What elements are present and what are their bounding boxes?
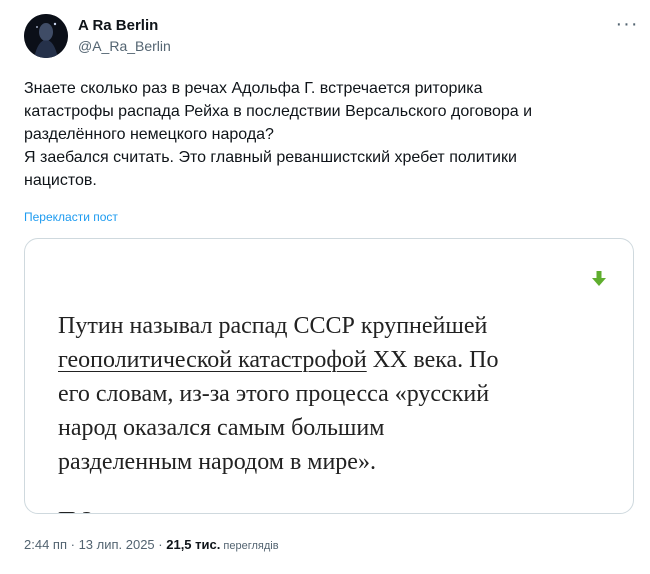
more-options-button[interactable]: ··· — [612, 14, 642, 38]
views-label: переглядів — [220, 540, 279, 552]
tweet-text-line: Знаете сколько раз в речах Адольфа Г. вс… — [24, 80, 483, 97]
tweet-text-line: Я заебался считать. Это главный реваншис… — [24, 149, 517, 166]
tweet: A Ra Berlin @A_Ra_Berlin ··· Знаете скол… — [0, 0, 650, 574]
post-date[interactable]: 13 лип. 2025 — [79, 537, 155, 552]
author-handle[interactable]: @A_Ra_Berlin — [78, 37, 171, 55]
separator: · — [154, 537, 167, 552]
excerpt-line: разделенным народом в мире». — [58, 449, 376, 475]
views-count: 21,5 тис. — [166, 537, 221, 552]
avatar-image — [24, 14, 68, 58]
separator: · — [67, 537, 79, 552]
tweet-metadata: 2:44 пп · 13 лип. 2025 · 21,5 тис. перег… — [24, 537, 279, 554]
excerpt-line: народ оказался самым большим — [58, 415, 385, 441]
more-horizontal-icon: ··· — [615, 13, 639, 35]
tweet-text-line: нацистов. — [24, 172, 97, 189]
tweet-text: Знаете сколько раз в речах Адольфа Г. вс… — [24, 77, 624, 192]
media-card-image[interactable]: Путин называл распад СССР крупнейшей гео… — [24, 238, 634, 514]
quoted-article-excerpt: Путин называл распад СССР крупнейшей гео… — [58, 309, 618, 513]
post-time[interactable]: 2:44 пп — [24, 537, 67, 552]
excerpt-line: геополитической катастрофой XX века. По — [58, 343, 618, 377]
excerpt-line: его словам, из-за этого процесса «русски… — [58, 381, 490, 407]
excerpt-cut-line: П З — [58, 504, 93, 513]
translate-post-link[interactable]: Перекласти пост — [24, 209, 118, 225]
excerpt-line: Путин называл распад СССР крупнейшей — [58, 313, 488, 339]
excerpt-line-rest: XX века. По — [366, 347, 499, 373]
excerpt-link: геополитической катастрофой — [58, 347, 367, 373]
green-down-arrow-icon — [592, 271, 606, 286]
avatar[interactable] — [24, 14, 68, 58]
author-display-name[interactable]: A Ra Berlin — [78, 16, 158, 36]
tweet-text-line: катастрофы распада Рейха в последствии В… — [24, 103, 533, 120]
tweet-text-line: разделённого немецкого народа? — [24, 126, 274, 143]
